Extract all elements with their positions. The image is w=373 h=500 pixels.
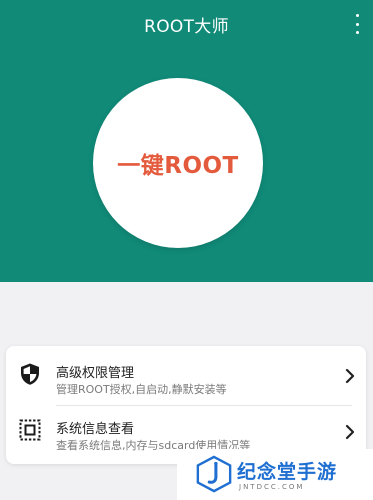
chevron-right-icon [345,368,355,384]
app-bar: ROOT大师 [0,0,373,48]
watermark-brand: 纪念堂手游 [237,461,338,483]
feature-card: 高级权限管理 管理ROOT授权,自启动,静默安装等 系统信息查看 查看系统信息,… [6,346,366,464]
shield-icon [21,363,39,385]
system-info-icon [19,419,41,441]
chevron-right-icon [345,424,355,440]
more-vert-icon[interactable] [353,14,361,34]
one-click-root-button[interactable]: 一键ROOT [93,78,263,248]
root-button-label: 一键ROOT [117,153,239,179]
brand-logo-icon [196,455,232,493]
app-title: ROOT大师 [144,17,229,37]
watermark: 纪念堂手游 JNTDCC.COM [177,449,373,500]
feature-title: 系统信息查看 [56,422,135,437]
watermark-domain: JNTDCC.COM [239,483,305,491]
feature-title: 高级权限管理 [56,366,135,381]
feature-subtitle: 管理ROOT授权,自启动,静默安装等 [56,383,227,396]
feature-item-permission-management[interactable]: 高级权限管理 管理ROOT授权,自启动,静默安装等 [6,349,366,405]
hero-panel: 一键ROOT [0,48,373,282]
